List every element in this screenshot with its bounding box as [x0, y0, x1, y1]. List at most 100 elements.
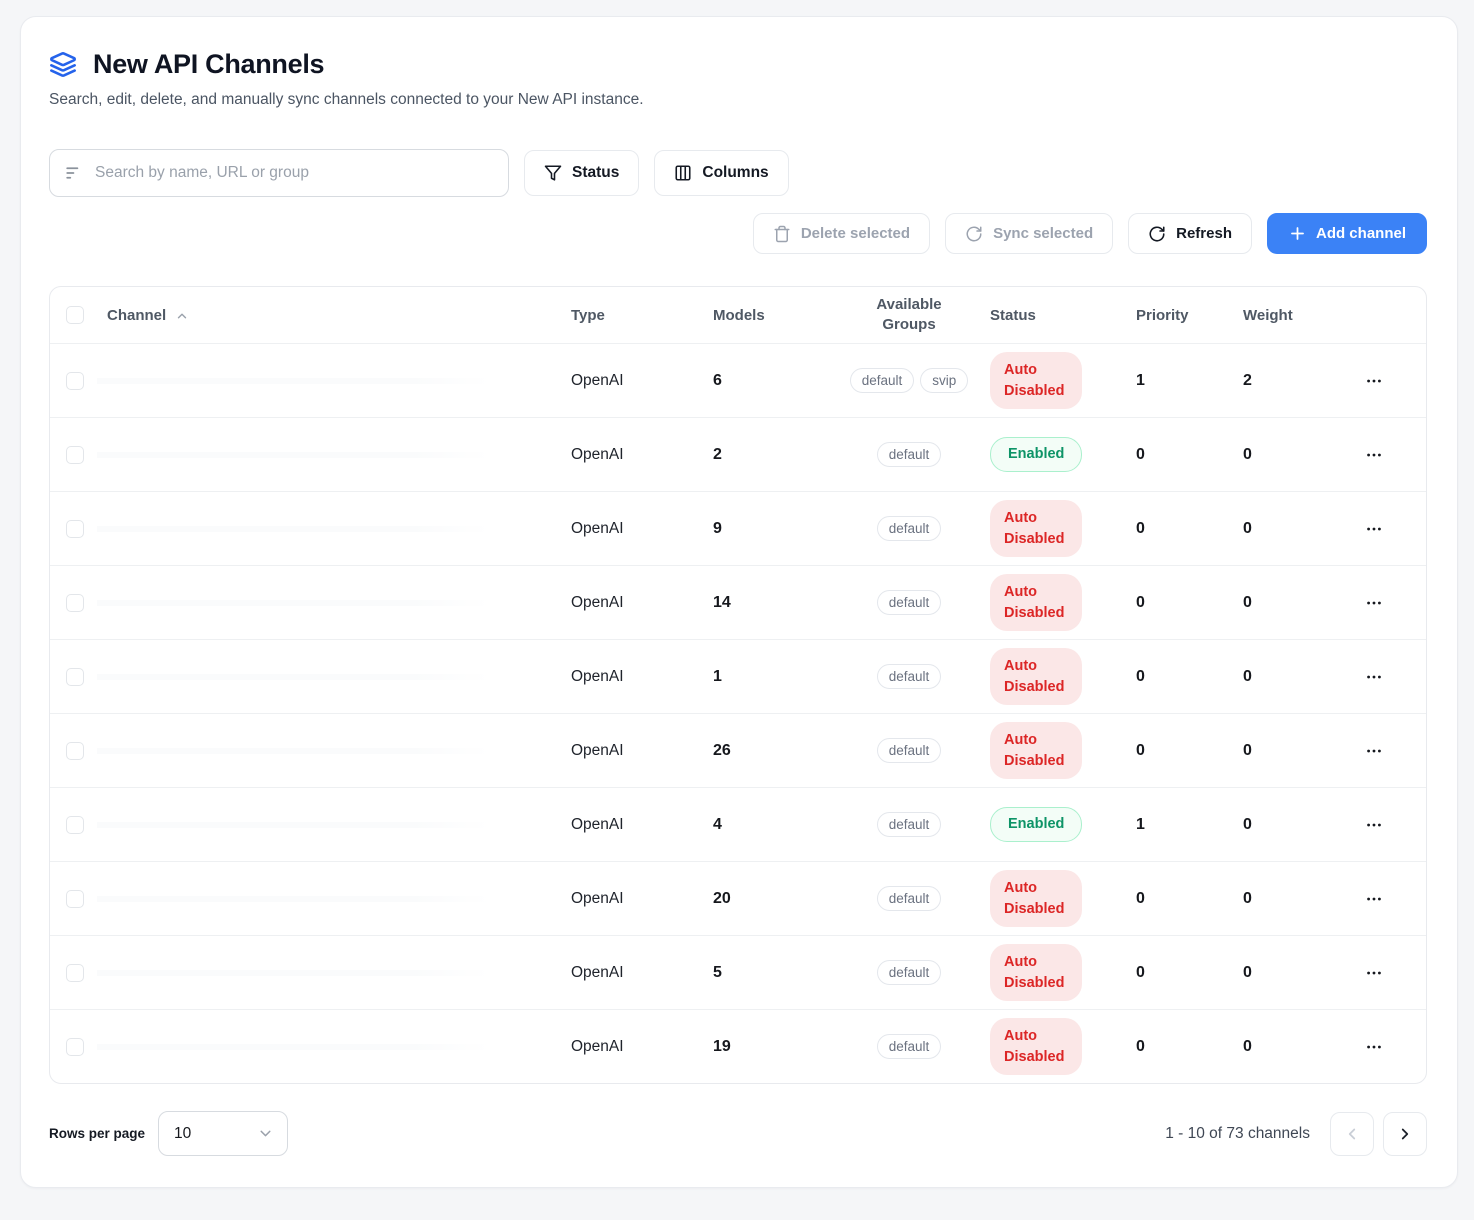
status-badge: Auto Disabled	[990, 1018, 1082, 1075]
channel-type: OpenAI	[571, 890, 713, 908]
chevron-right-icon	[1396, 1125, 1414, 1143]
table-row: OpenAI 1 default Auto Disabled 0 0	[50, 639, 1426, 713]
group-tag: default	[877, 960, 942, 985]
row-checkbox[interactable]	[66, 964, 84, 982]
row-actions-menu-button[interactable]	[1362, 589, 1386, 617]
redacted-channel-name	[97, 452, 490, 458]
channel-weight: 0	[1243, 446, 1362, 464]
channel-priority: 0	[1133, 446, 1243, 464]
columns-button[interactable]: Columns	[654, 150, 788, 196]
row-checkbox[interactable]	[66, 742, 84, 760]
channel-models-count: 2	[713, 446, 847, 464]
row-checkbox[interactable]	[66, 446, 84, 464]
rows-per-page-select[interactable]: 10	[158, 1111, 288, 1156]
channel-groups: default	[847, 960, 971, 985]
funnel-icon	[544, 164, 562, 182]
add-channel-button[interactable]: Add channel	[1267, 213, 1427, 254]
row-actions-menu-button[interactable]	[1362, 367, 1386, 395]
status-filter-button[interactable]: Status	[524, 150, 639, 196]
channel-type: OpenAI	[571, 668, 713, 686]
sync-icon	[965, 225, 983, 243]
more-horizontal-icon	[1364, 963, 1384, 983]
group-tag: default	[877, 516, 942, 541]
row-checkbox[interactable]	[66, 520, 84, 538]
column-header-channel[interactable]: Channel	[107, 307, 571, 324]
redacted-channel-name	[97, 600, 490, 606]
table-row: OpenAI 6 defaultsvip Auto Disabled 1 2	[50, 343, 1426, 417]
status-badge: Enabled	[990, 437, 1082, 472]
channel-weight: 0	[1243, 964, 1362, 982]
delete-selected-button[interactable]: Delete selected	[753, 213, 930, 254]
row-actions-menu-button[interactable]	[1362, 515, 1386, 543]
group-tag: svip	[920, 368, 968, 393]
channel-type: OpenAI	[571, 816, 713, 834]
select-all-checkbox[interactable]	[66, 306, 84, 324]
channel-groups: defaultsvip	[847, 368, 971, 393]
redacted-channel-name	[97, 674, 490, 680]
row-actions-menu-button[interactable]	[1362, 959, 1386, 987]
sync-selected-button[interactable]: Sync selected	[945, 213, 1113, 254]
channel-weight: 0	[1243, 594, 1362, 612]
row-actions-menu-button[interactable]	[1362, 441, 1386, 469]
refresh-icon	[1148, 225, 1166, 243]
channel-groups: default	[847, 1034, 971, 1059]
row-actions-menu-button[interactable]	[1362, 885, 1386, 913]
row-checkbox[interactable]	[66, 372, 84, 390]
row-actions-menu-button[interactable]	[1362, 1033, 1386, 1061]
status-badge: Auto Disabled	[990, 574, 1082, 631]
channel-models-count: 20	[713, 890, 847, 908]
search-field-wrap	[49, 149, 509, 197]
row-checkbox[interactable]	[66, 816, 84, 834]
row-actions-menu-button[interactable]	[1362, 737, 1386, 765]
row-checkbox[interactable]	[66, 890, 84, 908]
rows-per-page-value: 10	[174, 1125, 191, 1143]
search-input[interactable]	[49, 149, 509, 197]
channel-priority: 0	[1133, 890, 1243, 908]
refresh-button[interactable]: Refresh	[1128, 213, 1252, 254]
table-row: OpenAI 4 default Enabled 1 0	[50, 787, 1426, 861]
previous-page-button[interactable]	[1330, 1112, 1374, 1156]
more-horizontal-icon	[1364, 519, 1384, 539]
channel-type: OpenAI	[571, 964, 713, 982]
channel-models-count: 26	[713, 742, 847, 760]
redacted-channel-name	[97, 1044, 490, 1050]
group-tag: default	[877, 812, 942, 837]
trash-icon	[773, 225, 791, 243]
status-badge: Auto Disabled	[990, 722, 1082, 779]
plus-icon	[1288, 224, 1307, 243]
page-header: New API Channels	[49, 49, 1427, 80]
channel-priority: 0	[1133, 668, 1243, 686]
channel-priority: 1	[1133, 816, 1243, 834]
column-header-weight: Weight	[1243, 307, 1362, 324]
more-horizontal-icon	[1364, 815, 1384, 835]
redacted-channel-name	[97, 526, 490, 532]
row-checkbox[interactable]	[66, 1038, 84, 1056]
channel-priority: 0	[1133, 1038, 1243, 1056]
channel-priority: 0	[1133, 964, 1243, 982]
table-row: OpenAI 20 default Auto Disabled 0 0	[50, 861, 1426, 935]
page-subtitle: Search, edit, delete, and manually sync …	[49, 91, 1427, 109]
status-badge: Auto Disabled	[990, 500, 1082, 557]
sync-selected-label: Sync selected	[993, 225, 1093, 242]
channel-models-count: 6	[713, 372, 847, 390]
table-row: OpenAI 2 default Enabled 0 0	[50, 417, 1426, 491]
status-badge: Enabled	[990, 807, 1082, 842]
table-header-row: Channel Type Models Available Groups Sta…	[50, 287, 1426, 343]
channel-type: OpenAI	[571, 594, 713, 612]
group-tag: default	[877, 738, 942, 763]
channel-models-count: 19	[713, 1038, 847, 1056]
row-actions-menu-button[interactable]	[1362, 663, 1386, 691]
channel-groups: default	[847, 590, 971, 615]
group-tag: default	[877, 590, 942, 615]
table-row: OpenAI 19 default Auto Disabled 0 0	[50, 1009, 1426, 1083]
page-title: New API Channels	[93, 49, 324, 80]
row-checkbox[interactable]	[66, 594, 84, 612]
row-actions-menu-button[interactable]	[1362, 811, 1386, 839]
column-header-channel-label: Channel	[107, 307, 166, 324]
table-row: OpenAI 14 default Auto Disabled 0 0	[50, 565, 1426, 639]
next-page-button[interactable]	[1383, 1112, 1427, 1156]
channel-type: OpenAI	[571, 520, 713, 538]
row-checkbox[interactable]	[66, 668, 84, 686]
channel-models-count: 9	[713, 520, 847, 538]
more-horizontal-icon	[1364, 667, 1384, 687]
